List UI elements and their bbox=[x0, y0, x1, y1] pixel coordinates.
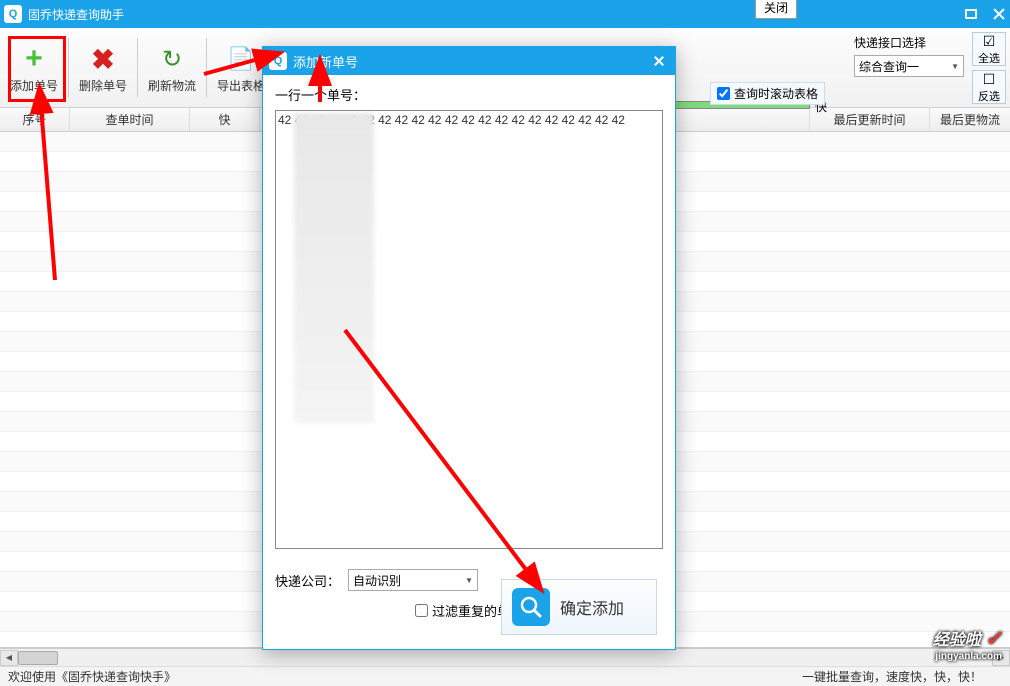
company-combo[interactable]: 自动识别 bbox=[348, 569, 478, 591]
close-button[interactable] bbox=[992, 7, 1006, 21]
scroll-left-button[interactable]: ◀ bbox=[0, 650, 18, 666]
interface-label: 快递接口选择 bbox=[854, 34, 964, 51]
x-icon: ✖ bbox=[91, 43, 114, 76]
scroll-checkbox-input[interactable] bbox=[717, 87, 730, 100]
dialog-hint: 一行一个单号： bbox=[275, 85, 663, 104]
confirm-label: 确定添加 bbox=[560, 595, 624, 619]
dialog-icon: Q bbox=[269, 52, 287, 70]
col-seq[interactable]: 序号 bbox=[0, 108, 70, 131]
maximize-button[interactable] bbox=[964, 7, 978, 21]
scroll-checkbox-label: 查询时滚动表格 bbox=[734, 85, 818, 102]
close-tab-button[interactable]: 关闭 bbox=[755, 0, 797, 19]
col-express[interactable]: 快 bbox=[190, 108, 260, 131]
company-label: 快递公司： bbox=[275, 571, 340, 590]
plus-icon: + bbox=[25, 42, 43, 76]
horizontal-scrollbar[interactable]: ◀ ▶ bbox=[0, 648, 1010, 666]
dialog-close-button[interactable] bbox=[649, 51, 669, 71]
dialog-titlebar[interactable]: Q 添加新单号 bbox=[263, 47, 675, 75]
filter-dup-checkbox[interactable] bbox=[415, 604, 428, 617]
refresh-icon: ↻ bbox=[162, 45, 182, 74]
col-last-update[interactable]: 最后更新时间 bbox=[810, 108, 930, 131]
invert-selection-button[interactable]: ☐反选 bbox=[972, 70, 1006, 104]
col-query-time[interactable]: 查单时间 bbox=[70, 108, 190, 131]
add-number-dialog: Q 添加新单号 一行一个单号： 42 42 42 42 42 42 42 42 … bbox=[262, 46, 676, 650]
status-right: 一键批量查询，速度快，快，快！ bbox=[802, 668, 1002, 685]
export-label: 导出表格 bbox=[217, 77, 265, 94]
status-left: 欢迎使用《固乔快递查询快手》 bbox=[8, 668, 802, 685]
confirm-add-button[interactable]: 确定添加 bbox=[501, 579, 657, 635]
statusbar: 欢迎使用《固乔快递查询快手》 一键批量查询，速度快，快，快！ bbox=[0, 666, 1010, 686]
app-title: 固乔快递查询助手 bbox=[28, 6, 936, 23]
dialog-title: 添加新单号 bbox=[293, 52, 649, 71]
interface-combo[interactable]: 综合查询一 bbox=[854, 55, 964, 77]
export-icon: 📄 bbox=[227, 46, 254, 72]
select-all-button[interactable]: ☑全选 bbox=[972, 32, 1006, 66]
delete-number-button[interactable]: ✖ 删除单号 bbox=[73, 32, 133, 103]
col-last-logi[interactable]: 最后更物流 bbox=[930, 108, 1010, 131]
add-label: 添加单号 bbox=[10, 77, 58, 94]
search-express-icon bbox=[512, 588, 550, 626]
refresh-label: 刷新物流 bbox=[148, 77, 196, 94]
refresh-button[interactable]: ↻ 刷新物流 bbox=[142, 32, 202, 103]
add-number-button[interactable]: + 添加单号 bbox=[4, 32, 64, 103]
number-textarea[interactable]: 42 42 42 42 42 42 42 42 42 42 42 42 42 4… bbox=[275, 110, 663, 549]
app-icon: Q bbox=[4, 5, 22, 23]
titlebar: Q 固乔快递查询助手 bbox=[0, 0, 1010, 28]
delete-label: 删除单号 bbox=[79, 77, 127, 94]
scroll-thumb[interactable] bbox=[18, 651, 58, 665]
watermark: 经验啦 ✓ jingyanla.com bbox=[933, 626, 1002, 662]
minimize-button[interactable] bbox=[936, 7, 950, 21]
scroll-on-query-checkbox[interactable]: 查询时滚动表格 bbox=[710, 82, 825, 105]
